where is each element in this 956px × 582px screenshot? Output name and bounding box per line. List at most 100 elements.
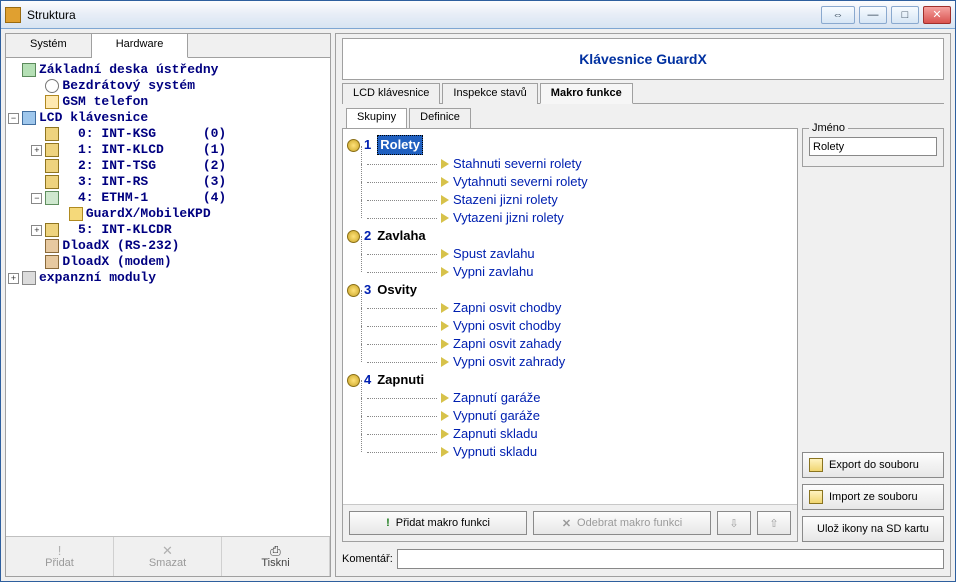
tree-item[interactable]: + expanzní moduly xyxy=(8,270,328,286)
add-macro-button[interactable]: ! Přidat makro funkci xyxy=(349,511,527,535)
add-macro-label: Přidat makro funkci xyxy=(396,517,490,529)
macro-group[interactable]: 4Zapnuti xyxy=(347,371,793,389)
export-button[interactable]: Export do souboru xyxy=(802,452,944,478)
tree-expander-icon xyxy=(31,81,42,92)
gear-icon xyxy=(347,374,360,387)
detail-tabset: LCD klávesnice Inspekce stavů Makro funk… xyxy=(342,82,944,104)
tree-item[interactable]: − 4: ETHM-1 (4) xyxy=(8,190,328,206)
arrow-down-icon: ⇩ xyxy=(729,517,738,530)
tree-item[interactable]: 0: INT-KSG (0) xyxy=(8,126,328,142)
remove-macro-label: Odebrat makro funkci xyxy=(577,517,682,529)
comment-input[interactable] xyxy=(397,549,944,569)
tree-expander-icon[interactable]: − xyxy=(8,113,19,124)
tree-item[interactable]: 2: INT-TSG (2) xyxy=(8,158,328,174)
macro-group[interactable]: 2Zavlaha xyxy=(347,227,793,245)
macro-item-label: Vypnuti skladu xyxy=(453,443,537,461)
gear-icon xyxy=(347,230,360,243)
tree-item[interactable]: DloadX (RS-232) xyxy=(8,238,328,254)
minimize-button[interactable]: — xyxy=(859,6,887,24)
tree-node-label: GSM telefon xyxy=(62,94,148,110)
tab-state-inspect[interactable]: Inspekce stavů xyxy=(442,83,537,104)
titlebar[interactable]: Struktura ⇔ — □ ✕ xyxy=(1,1,955,29)
tree-item[interactable]: Bezdrátový systém xyxy=(8,78,328,94)
tree-item[interactable]: 3: INT-RS (3) xyxy=(8,174,328,190)
macro-item[interactable]: Vypni zavlahu xyxy=(367,263,793,281)
macro-main-row: 1RoletyStahnuti severni roletyVytahnuti … xyxy=(342,128,944,542)
structure-panel: Systém Hardware Základní deska ústředny … xyxy=(5,33,331,577)
macro-button-row: ! Přidat makro funkci ✕ Odebrat makro fu… xyxy=(343,504,797,541)
macro-item[interactable]: Stazeni jizni rolety xyxy=(367,191,793,209)
close-button[interactable]: ✕ xyxy=(923,6,951,24)
tree-node-label: 0: INT-KSG (0) xyxy=(62,126,226,142)
macro-item[interactable]: Zapni osvit chodby xyxy=(367,299,793,317)
arrow-right-icon xyxy=(441,213,449,223)
tree-node-label: expanzní moduly xyxy=(39,270,156,286)
tree-expander-icon[interactable]: + xyxy=(31,145,42,156)
window-title: Struktura xyxy=(27,8,76,22)
macro-item[interactable]: Zapnuti skladu xyxy=(367,425,793,443)
macro-item[interactable]: Vytahnuti severni rolety xyxy=(367,173,793,191)
macro-group[interactable]: 1Rolety xyxy=(347,135,793,155)
tree-node-label: Bezdrátový systém xyxy=(62,78,195,94)
open-icon xyxy=(809,490,823,504)
group-number: 1 xyxy=(364,136,371,154)
macro-item[interactable]: Spust zavlahu xyxy=(367,245,793,263)
tree-expander-icon[interactable]: − xyxy=(31,193,42,204)
tree-expander-icon xyxy=(55,209,66,220)
macro-item[interactable]: Stahnuti severni rolety xyxy=(367,155,793,173)
macro-item[interactable]: Zapni osvit zahady xyxy=(367,335,793,353)
tree-item[interactable]: GuardX/MobileKPD xyxy=(8,206,328,222)
subtab-groups[interactable]: Skupiny xyxy=(346,108,407,128)
hardware-tree[interactable]: Základní deska ústředny Bezdrátový systé… xyxy=(6,58,330,536)
import-button[interactable]: Import ze souboru xyxy=(802,484,944,510)
macro-subtabs: Skupiny Definice xyxy=(346,108,944,128)
import-label: Import ze souboru xyxy=(829,491,918,503)
macro-item[interactable]: Vytazeni jizni rolety xyxy=(367,209,793,227)
window-switch-button[interactable]: ⇔ xyxy=(821,6,855,24)
arrow-right-icon xyxy=(441,303,449,313)
tree-item[interactable]: + 5: INT-KLCDR xyxy=(8,222,328,238)
exclaim-icon: ! xyxy=(58,544,62,557)
arrow-right-icon xyxy=(441,357,449,367)
tree-expander-icon[interactable]: + xyxy=(31,225,42,236)
tree-connector xyxy=(367,344,437,345)
name-legend: Jméno xyxy=(809,122,848,134)
macro-item-label: Vypnutí garáže xyxy=(453,407,540,425)
tab-hardware[interactable]: Hardware xyxy=(92,34,189,58)
tree-item[interactable]: GSM telefon xyxy=(8,94,328,110)
macro-item[interactable]: Vypni osvit chodby xyxy=(367,317,793,335)
tree-node-icon xyxy=(45,95,59,109)
macro-item-label: Vytahnuti severni rolety xyxy=(453,173,588,191)
macro-item[interactable]: Vypni osvit zahrady xyxy=(367,353,793,371)
tree-item[interactable]: + 1: INT-KLCD (1) xyxy=(8,142,328,158)
tree-item[interactable]: Základní deska ústředny xyxy=(8,62,328,78)
tree-connector xyxy=(367,326,437,327)
tree-item[interactable]: DloadX (modem) xyxy=(8,254,328,270)
macro-item-label: Zapni osvit zahady xyxy=(453,335,561,353)
save-sd-button[interactable]: Ulož ikony na SD kartu xyxy=(802,516,944,542)
maximize-button[interactable]: □ xyxy=(891,6,919,24)
macro-item[interactable]: Vypnuti skladu xyxy=(367,443,793,461)
tree-node-icon xyxy=(22,111,36,125)
tree-expander-icon[interactable]: + xyxy=(8,273,19,284)
tab-system[interactable]: Systém xyxy=(6,34,92,57)
macro-item-label: Zapni osvit chodby xyxy=(453,299,561,317)
tab-macro-functions[interactable]: Makro funkce xyxy=(540,83,633,104)
tab-lcd-keypads[interactable]: LCD klávesnice xyxy=(342,83,440,104)
macro-group[interactable]: 3Osvity xyxy=(347,281,793,299)
tree-node-icon xyxy=(45,143,59,157)
group-name-input[interactable] xyxy=(809,137,937,156)
tree-connector xyxy=(367,434,437,435)
delete-label: Smazat xyxy=(149,557,186,569)
tree-item[interactable]: −LCD klávesnice xyxy=(8,110,328,126)
macro-tree[interactable]: 1RoletyStahnuti severni roletyVytahnuti … xyxy=(343,129,797,504)
tree-connector xyxy=(367,416,437,417)
print-button[interactable]: ⎙ Tiskni xyxy=(222,537,330,576)
tree-node-icon xyxy=(45,239,59,253)
macro-item[interactable]: Zapnutí garáže xyxy=(367,389,793,407)
macro-item[interactable]: Vypnutí garáže xyxy=(367,407,793,425)
tree-node-label: GuardX/MobileKPD xyxy=(86,206,211,222)
subtab-definitions[interactable]: Definice xyxy=(409,108,471,128)
name-fieldset: Jméno xyxy=(802,128,944,167)
tree-node-icon xyxy=(69,207,83,221)
